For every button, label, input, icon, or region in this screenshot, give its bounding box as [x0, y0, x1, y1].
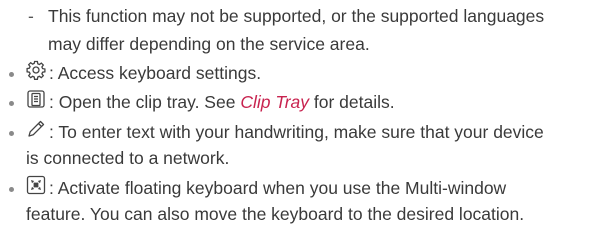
note-text-1: This function may not be supported, or t…: [48, 6, 545, 26]
clip-tray-text-after: for details.: [309, 92, 395, 113]
list-item-floating-keyboard: : Activate floating keyboard when you us…: [26, 175, 507, 200]
handwriting-text-1: : To enter text with your handwriting, m…: [49, 122, 544, 143]
note-dash: -: [28, 6, 34, 26]
clipboard-icon: [26, 89, 46, 114]
gear-icon: [26, 60, 46, 85]
clip-tray-text-before: : Open the clip tray. See: [49, 92, 241, 113]
manual-page: - This function may not be supported, or …: [0, 0, 606, 248]
bullet: [9, 187, 14, 192]
bullet: [9, 72, 14, 77]
note-line-2: may differ depending on the service area…: [48, 33, 370, 55]
list-item-handwriting-cont: is connected to a network.: [26, 147, 229, 169]
handwriting-text-2: is connected to a network.: [26, 148, 230, 168]
bullet: [9, 101, 14, 106]
settings-text: : Access keyboard settings.: [49, 63, 262, 84]
bullet: [9, 131, 14, 136]
floating-keyboard-icon: [26, 175, 46, 200]
list-item-handwriting: : To enter text with your handwriting, m…: [26, 119, 544, 144]
note-line-1: - This function may not be supported, or …: [28, 5, 544, 27]
floating-keyboard-text-2: feature. You can also move the keyboard …: [26, 204, 525, 224]
floating-keyboard-text-1: : Activate floating keyboard when you us…: [49, 178, 507, 199]
list-item-settings: : Access keyboard settings.: [26, 60, 262, 85]
clip-tray-link[interactable]: Clip Tray: [240, 92, 309, 112]
pen-icon: [26, 119, 46, 144]
list-item-clip-tray: : Open the clip tray. See Clip Tray for …: [26, 89, 395, 114]
list-item-floating-keyboard-cont: feature. You can also move the keyboard …: [26, 203, 524, 225]
note-text-2: may differ depending on the service area…: [48, 34, 370, 54]
